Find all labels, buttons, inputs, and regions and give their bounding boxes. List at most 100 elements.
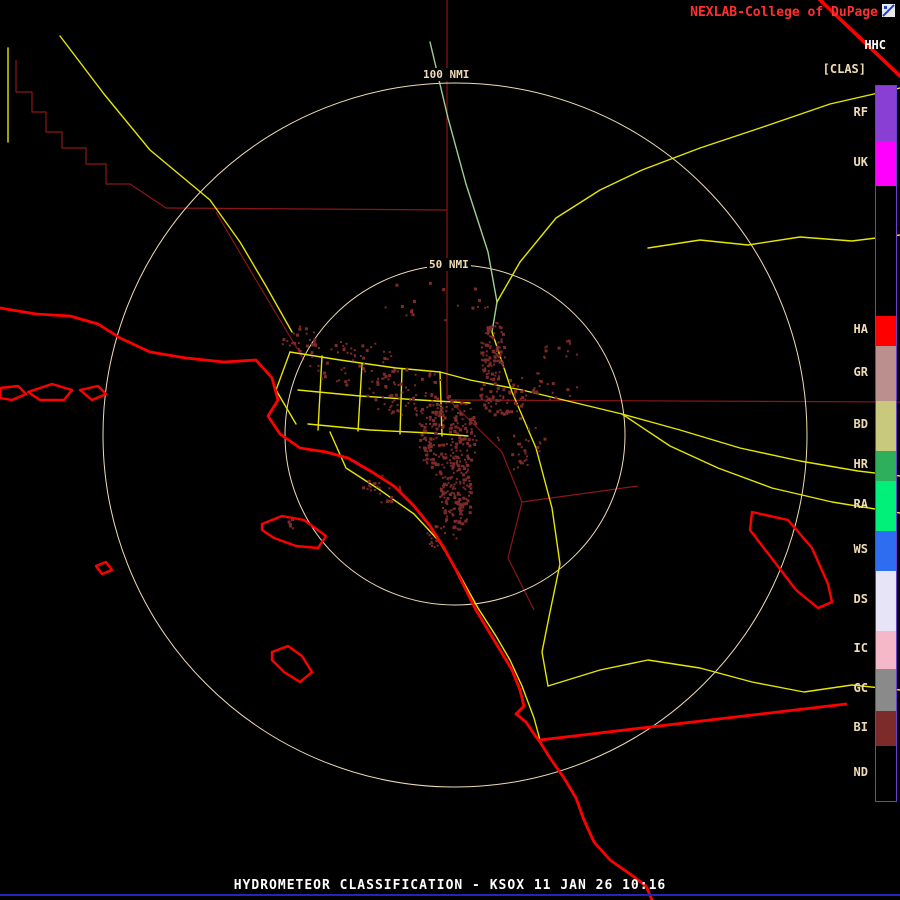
echo-pixel	[382, 361, 384, 363]
echo-pixel	[539, 385, 541, 387]
echo-pixel	[490, 345, 492, 347]
echo-pixel	[463, 410, 465, 412]
road-secondary	[430, 42, 497, 332]
echo-pixel	[465, 472, 467, 474]
echo-pixel	[447, 497, 450, 500]
echo-pixel	[305, 327, 308, 330]
echo-pixel	[441, 410, 444, 413]
mexico-border	[540, 704, 846, 740]
echo-pixel	[500, 409, 502, 411]
echo-pixel	[379, 487, 381, 489]
island-channel	[0, 386, 26, 400]
echo-pixel	[347, 352, 349, 354]
echo-pixel	[499, 395, 501, 397]
echo-pixel	[441, 501, 443, 503]
echo-pixel	[566, 388, 569, 391]
echo-pixel	[469, 444, 472, 447]
echo-pixel	[324, 375, 327, 378]
echo-pixel	[501, 338, 503, 340]
echo-pixel	[497, 387, 500, 390]
echo-pixel	[437, 407, 439, 409]
echo-pixel	[450, 462, 452, 464]
echo-pixel	[335, 344, 338, 347]
echo-pixel	[532, 390, 535, 393]
echo-pixel	[379, 493, 381, 495]
echo-pixel	[481, 397, 483, 399]
echo-pixel	[488, 356, 491, 359]
echo-pixel	[576, 386, 578, 388]
echo-pixel	[513, 468, 515, 470]
echo-pixel	[501, 331, 503, 333]
echo-pixel	[486, 355, 488, 357]
echo-pixel	[473, 443, 476, 446]
road	[290, 352, 470, 380]
legend-label-ND: ND	[854, 765, 868, 779]
echo-pixel	[313, 331, 315, 333]
echo-pixel	[467, 469, 469, 471]
island-san-clemente	[272, 646, 312, 682]
echo-pixel	[473, 416, 476, 419]
radar-map	[0, 0, 900, 900]
echo-pixel	[289, 345, 291, 347]
echo-pixel	[350, 353, 352, 355]
echo-pixel	[444, 417, 447, 420]
echo-pixel	[535, 427, 537, 429]
echo-pixel	[441, 407, 443, 409]
echo-pixel	[377, 378, 379, 380]
echo-pixel	[457, 412, 459, 414]
echo-pixel	[497, 377, 500, 380]
echo-pixel	[451, 399, 454, 402]
echo-pixel	[446, 406, 448, 408]
echo-pixel	[489, 390, 492, 393]
echo-pixel	[298, 328, 301, 331]
echo-pixel	[292, 527, 294, 529]
echo-pixel	[540, 443, 542, 445]
echo-pixel	[514, 393, 516, 395]
echo-pixel	[482, 343, 484, 345]
echo-pixel	[521, 377, 523, 379]
echo-pixel	[509, 379, 512, 382]
echo-pixel	[282, 338, 285, 341]
echo-pixel	[457, 494, 459, 496]
echo-pixel	[367, 488, 369, 490]
echo-pixel	[414, 384, 416, 386]
echo-pixel	[423, 446, 426, 449]
echo-pixel	[438, 425, 440, 427]
echo-pixel	[470, 487, 472, 489]
echo-pixel	[478, 299, 481, 302]
echo-pixel	[519, 460, 522, 463]
echo-pixel	[405, 387, 407, 389]
echo-pixel	[466, 464, 469, 467]
echo-pixel	[442, 288, 445, 291]
echo-pixel	[474, 420, 476, 422]
echo-pixel	[496, 410, 499, 413]
echo-pixel	[431, 400, 433, 402]
echo-pixel	[462, 443, 464, 445]
legend-label-WS: WS	[854, 542, 868, 556]
echo-pixel	[490, 378, 492, 380]
echo-pixel	[299, 350, 302, 353]
echo-pixel	[290, 523, 292, 525]
echo-pixel	[414, 408, 416, 410]
echo-pixel	[309, 339, 311, 341]
echo-pixel	[483, 371, 485, 373]
echo-pixel	[489, 341, 491, 343]
echo-pixel	[445, 492, 447, 494]
echo-pixel	[315, 344, 317, 346]
echo-pixel	[442, 419, 444, 421]
echo-pixel	[468, 491, 470, 493]
echo-pixel	[465, 502, 468, 505]
echo-pixel	[454, 483, 456, 485]
echo-pixel	[387, 358, 389, 360]
echo-pixel	[517, 467, 519, 469]
island-channel	[28, 384, 72, 400]
echo-pixel	[469, 506, 472, 509]
echo-pixel	[503, 346, 506, 349]
echo-pixel	[298, 348, 300, 350]
echo-pixel	[497, 437, 499, 439]
echo-pixel	[435, 525, 438, 528]
legend-label-GC: GC	[854, 681, 868, 695]
echo-pixel	[453, 526, 456, 529]
echo-pixel	[433, 438, 435, 440]
echo-pixel	[435, 540, 437, 542]
